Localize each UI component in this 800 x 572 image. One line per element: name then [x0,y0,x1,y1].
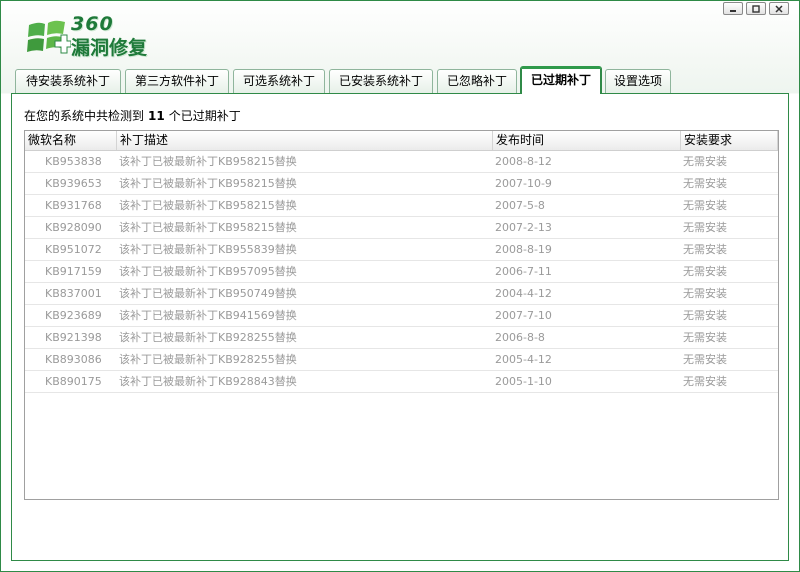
cell-kb-name: KB953838 [45,155,102,168]
cell-kb-name: KB890175 [45,375,102,388]
logo-title: 漏洞修复 [71,37,148,59]
cell-description: 该补丁已被最新补丁KB928255替换 [119,353,297,366]
cell-install-requirement: 无需安装 [683,265,727,278]
cell-release-date: 2008-8-19 [495,243,552,256]
column-header-install-requirement[interactable]: 安装要求 [681,131,778,150]
cell-description: 该补丁已被最新补丁KB950749替换 [119,287,297,300]
cell-kb-name: KB921398 [45,331,102,344]
maximize-button[interactable] [746,2,766,15]
table-row[interactable]: KB923689 该补丁已被最新补丁KB941569替换 2007-7-10 无… [25,305,778,327]
cell-description: 该补丁已被最新补丁KB958215替换 [119,221,297,234]
cell-install-requirement: 无需安装 [683,155,727,168]
cell-description: 该补丁已被最新补丁KB928843替换 [119,375,297,388]
cell-install-requirement: 无需安装 [683,287,727,300]
table-row[interactable]: KB917159 该补丁已被最新补丁KB957095替换 2006-7-11 无… [25,261,778,283]
cell-release-date: 2006-8-8 [495,331,545,344]
cell-description: 该补丁已被最新补丁KB928255替换 [119,331,297,344]
close-button[interactable] [769,2,789,15]
table-row[interactable]: KB921398 该补丁已被最新补丁KB928255替换 2006-8-8 无需… [25,327,778,349]
expired-count: 11 [148,109,165,123]
expired-patches-panel: 在您的系统中共检测到 11 个已过期补丁 微软名称 补丁描述 发布时间 安装要求 K… [11,93,789,561]
summary-prefix: 在您的系统中共检测到 [24,109,145,123]
cell-description: 该补丁已被最新补丁KB958215替换 [119,177,297,190]
cell-install-requirement: 无需安装 [683,177,727,190]
cell-install-requirement: 无需安装 [683,331,727,344]
tab-expired-patches[interactable]: 已过期补丁 [520,66,602,94]
cell-description: 该补丁已被最新补丁KB958215替换 [119,155,297,168]
maximize-icon [752,4,760,13]
cell-release-date: 2007-7-10 [495,309,552,322]
cell-kb-name: KB951072 [45,243,102,256]
cell-install-requirement: 无需安装 [683,375,727,388]
patch-table: 微软名称 补丁描述 发布时间 安装要求 KB953838 该补丁已被最新补丁KB… [24,130,779,500]
cell-kb-name: KB917159 [45,265,102,278]
tab-pending-system-patches[interactable]: 待安装系统补丁 [15,69,121,93]
cell-install-requirement: 无需安装 [683,199,727,212]
table-row[interactable]: KB931768 该补丁已被最新补丁KB958215替换 2007-5-8 无需… [25,195,778,217]
cell-release-date: 2005-1-10 [495,375,552,388]
column-header-kb-name[interactable]: 微软名称 [25,131,117,150]
table-row[interactable]: KB890175 该补丁已被最新补丁KB928843替换 2005-1-10 无… [25,371,778,393]
cell-kb-name: KB939653 [45,177,102,190]
cell-kb-name: KB837001 [45,287,102,300]
tab-optional-system-patches[interactable]: 可选系统补丁 [233,69,325,93]
tab-third-party-patches[interactable]: 第三方软件补丁 [125,69,229,93]
cell-release-date: 2008-8-12 [495,155,552,168]
close-icon [775,4,783,13]
cell-description: 该补丁已被最新补丁KB957095替换 [119,265,297,278]
column-header-release-date[interactable]: 发布时间 [493,131,681,150]
cell-install-requirement: 无需安装 [683,353,727,366]
cell-install-requirement: 无需安装 [683,221,727,234]
table-row[interactable]: KB837001 该补丁已被最新补丁KB950749替换 2004-4-12 无… [25,283,778,305]
table-row[interactable]: KB939653 该补丁已被最新补丁KB958215替换 2007-10-9 无… [25,173,778,195]
minimize-button[interactable] [723,2,743,15]
cell-release-date: 2004-4-12 [495,287,552,300]
cell-install-requirement: 无需安装 [683,243,727,256]
cell-kb-name: KB928090 [45,221,102,234]
cell-install-requirement: 无需安装 [683,309,727,322]
summary-suffix: 个已过期补丁 [168,109,241,123]
table-row[interactable]: KB953838 该补丁已被最新补丁KB958215替换 2008-8-12 无… [25,151,778,173]
cell-release-date: 2007-10-9 [495,177,552,190]
cell-release-date: 2007-2-13 [495,221,552,234]
window-controls [723,2,789,15]
table-row[interactable]: KB951072 该补丁已被最新补丁KB955839替换 2008-8-19 无… [25,239,778,261]
app-logo: 360 漏洞修复 [25,13,155,59]
detection-summary: 在您的系统中共检测到 11 个已过期补丁 [24,107,241,124]
cell-kb-name: KB931768 [45,199,102,212]
cell-kb-name: KB923689 [45,309,102,322]
minimize-icon [730,9,736,12]
cell-release-date: 2006-7-11 [495,265,552,278]
cell-release-date: 2005-4-12 [495,353,552,366]
windows-shield-logo-icon [27,20,71,54]
column-header-description[interactable]: 补丁描述 [117,131,493,150]
app-window: 360 漏洞修复 待安装系统补丁 第三方软件补丁 可选系统补丁 已安装系统补丁 … [0,0,800,572]
table-row[interactable]: KB928090 该补丁已被最新补丁KB958215替换 2007-2-13 无… [25,217,778,239]
cell-description: 该补丁已被最新补丁KB958215替换 [119,199,297,212]
tab-installed-system-patches[interactable]: 已安装系统补丁 [329,69,433,93]
tab-ignored-patches[interactable]: 已忽略补丁 [437,69,517,93]
cell-kb-name: KB893086 [45,353,102,366]
cell-description: 该补丁已被最新补丁KB941569替换 [119,309,297,322]
cell-description: 该补丁已被最新补丁KB955839替换 [119,243,297,256]
logo-brand: 360 [71,13,114,35]
table-row[interactable]: KB893086 该补丁已被最新补丁KB928255替换 2005-4-12 无… [25,349,778,371]
table-header: 微软名称 补丁描述 发布时间 安装要求 [25,131,778,151]
tab-settings[interactable]: 设置选项 [605,69,671,93]
cell-release-date: 2007-5-8 [495,199,545,212]
